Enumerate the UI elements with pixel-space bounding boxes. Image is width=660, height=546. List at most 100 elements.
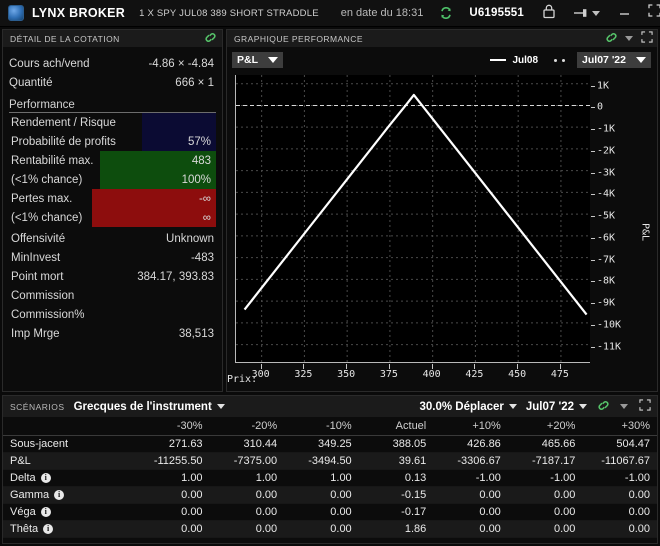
performance-section-title: Performance <box>9 94 216 113</box>
info-icon[interactable]: i <box>40 506 51 517</box>
y-axis-tick <box>591 324 595 326</box>
link-icon[interactable] <box>604 31 619 47</box>
expand-icon[interactable] <box>639 398 651 416</box>
y-axis-tick-label: -3K <box>597 167 616 179</box>
refresh-icon[interactable] <box>439 6 453 20</box>
legend-dot <box>562 58 566 62</box>
globe-icon <box>8 5 24 21</box>
table-cell: 0.00 <box>284 503 359 521</box>
x-axis-tick-label: 350 <box>337 369 356 380</box>
quote-row-commission-pct: Commission% <box>9 305 216 324</box>
scenarios-selector[interactable]: Grecques de l'instrument <box>74 401 225 413</box>
x-axis-tick-label: 475 <box>550 369 569 380</box>
chart-toolbar: P&L Jul08 Jul07 '22 <box>227 47 657 73</box>
table-cell: 0.00 <box>582 503 657 521</box>
table-cell: -11067.67 <box>582 452 657 470</box>
expand-icon[interactable] <box>641 30 653 48</box>
table-cell: 504.47 <box>582 435 657 453</box>
table-row[interactable]: Gamma i 0.00 0.00 0.00 -0.15 0.00 0.00 0.00 <box>3 486 657 504</box>
column-header[interactable]: -30% <box>135 417 210 436</box>
x-axis-tick <box>260 364 262 369</box>
table-cell: 1.86 <box>358 520 434 538</box>
y-axis-tick-label: -1K <box>597 123 616 135</box>
metric-row-rentabilite-max: Rentabilité max. 483 <box>9 151 216 170</box>
main-content: Détail de la cotation Cours ach/vend -4.… <box>0 27 660 392</box>
column-header[interactable]: -20% <box>209 417 285 436</box>
table-cell: -1.00 <box>582 469 657 487</box>
row-label: P&L <box>3 452 135 470</box>
chevron-down-icon[interactable] <box>620 404 628 409</box>
column-header[interactable]: -10% <box>284 417 359 436</box>
column-header[interactable]: Actuel <box>358 417 434 436</box>
chevron-down-icon[interactable] <box>636 57 646 63</box>
legend-expiry-line: Jul08 <box>490 55 538 66</box>
table-row[interactable]: Véga i 0.00 0.00 0.00 -0.17 0.00 0.00 0.00 <box>3 503 657 521</box>
column-header[interactable]: +10% <box>433 417 508 436</box>
scenarios-date-label: Jul07 '22 <box>525 400 574 413</box>
table-row[interactable]: P&L -11255.50 -7375.00 -3494.50 39.61 -3306.6… <box>3 452 657 470</box>
info-icon[interactable]: i <box>40 472 51 483</box>
x-axis-tick <box>303 364 305 369</box>
x-axis-tick <box>517 364 519 369</box>
y-axis-tick <box>591 281 595 283</box>
metric-label: Rendement / Risque <box>11 116 116 129</box>
y-axis-tick-label: -7K <box>597 254 616 266</box>
plot-canvas[interactable] <box>235 75 590 363</box>
y-axis-tick <box>591 216 595 218</box>
move-percent-select[interactable]: 30.0% Déplacer <box>419 401 517 413</box>
quote-row-quantity: Quantité 666 × 1 <box>9 73 216 92</box>
y-axis-tick-label: -4K <box>597 188 616 200</box>
table-row[interactable]: Sous-jacent 271.63 310.44 349.25 388.05 426.8… <box>3 435 657 453</box>
chart-plot-area[interactable]: 1K 0 -1K -2K -3K -4K -5K -6K -7K -8K -9K -10K -11K P… <box>227 73 657 391</box>
table-row[interactable]: Delta i 1.00 1.00 1.00 0.13 -1.00 -1.00 -1.00 <box>3 469 657 487</box>
table-cell: 0.00 <box>209 503 285 521</box>
date-select[interactable]: Jul07 '22 <box>577 52 651 68</box>
row-label: Véga i <box>3 503 135 521</box>
scenarios-selector-label: Grecques de l'instrument <box>73 400 212 413</box>
link-icon[interactable] <box>596 399 611 415</box>
metric-select[interactable]: P&L <box>232 52 283 68</box>
quote-row-label: Cours ach/vend <box>9 57 90 70</box>
x-axis-tick <box>474 364 476 369</box>
metric-row-pertes-max: Pertes max. -∞ <box>9 189 216 208</box>
quote-row-value: Unknown <box>166 232 214 245</box>
table-cell: -1.00 <box>433 469 508 487</box>
scenarios-header: Scénarios Grecques de l'instrument 30.0%… <box>3 396 657 417</box>
chevron-down-icon[interactable] <box>579 404 587 409</box>
chevron-down-icon[interactable] <box>508 404 517 409</box>
minimize-icon[interactable] <box>618 4 631 22</box>
chevron-down-icon[interactable] <box>268 57 278 63</box>
x-axis-tick <box>559 364 561 369</box>
table-row[interactable]: Thêta i 0.00 0.00 0.00 1.86 0.00 0.00 0.00 <box>3 520 657 538</box>
column-header[interactable]: +30% <box>582 417 657 436</box>
maximize-icon[interactable] <box>648 4 660 22</box>
y-axis-tick <box>591 346 595 348</box>
link-icon[interactable] <box>203 31 218 47</box>
quote-row-value: 384.17, 393.83 <box>137 270 214 283</box>
table-cell: 0.00 <box>507 520 583 538</box>
y-axis-tick-label: 0 <box>597 101 604 113</box>
metric-row-pertes-chance: (<1% chance) ∞ <box>9 208 216 227</box>
scenarios-date-select[interactable]: Jul07 '22 <box>526 401 587 413</box>
quote-detail-title: Détail de la cotation <box>10 33 120 44</box>
chevron-down-icon[interactable] <box>592 10 600 16</box>
pin-icon[interactable] <box>573 7 600 19</box>
legend-line-swatch <box>490 59 507 61</box>
table-cell: -1.00 <box>507 469 583 487</box>
column-header[interactable]: +20% <box>507 417 583 436</box>
quote-row-value: -4.86 × -4.84 <box>148 57 214 70</box>
table-cell: -3494.50 <box>284 452 359 470</box>
application-window: LYNX BROKER 1 X SPY JUL08 389 SHORT STRA… <box>0 0 660 546</box>
column-header[interactable] <box>3 417 135 436</box>
chevron-down-icon[interactable] <box>216 404 225 409</box>
info-icon[interactable]: i <box>43 523 54 534</box>
y-axis-tick <box>591 85 595 87</box>
lock-icon[interactable] <box>542 3 556 24</box>
chevron-down-icon[interactable] <box>625 36 633 41</box>
info-icon[interactable]: i <box>54 489 65 500</box>
y-axis-tick-label: -10K <box>597 319 622 331</box>
y-axis-tick <box>591 107 595 109</box>
quote-row-offensivite: Offensivité Unknown <box>9 229 216 248</box>
metric-label: (<1% chance) <box>11 211 83 224</box>
y-axis-tick <box>591 194 595 196</box>
